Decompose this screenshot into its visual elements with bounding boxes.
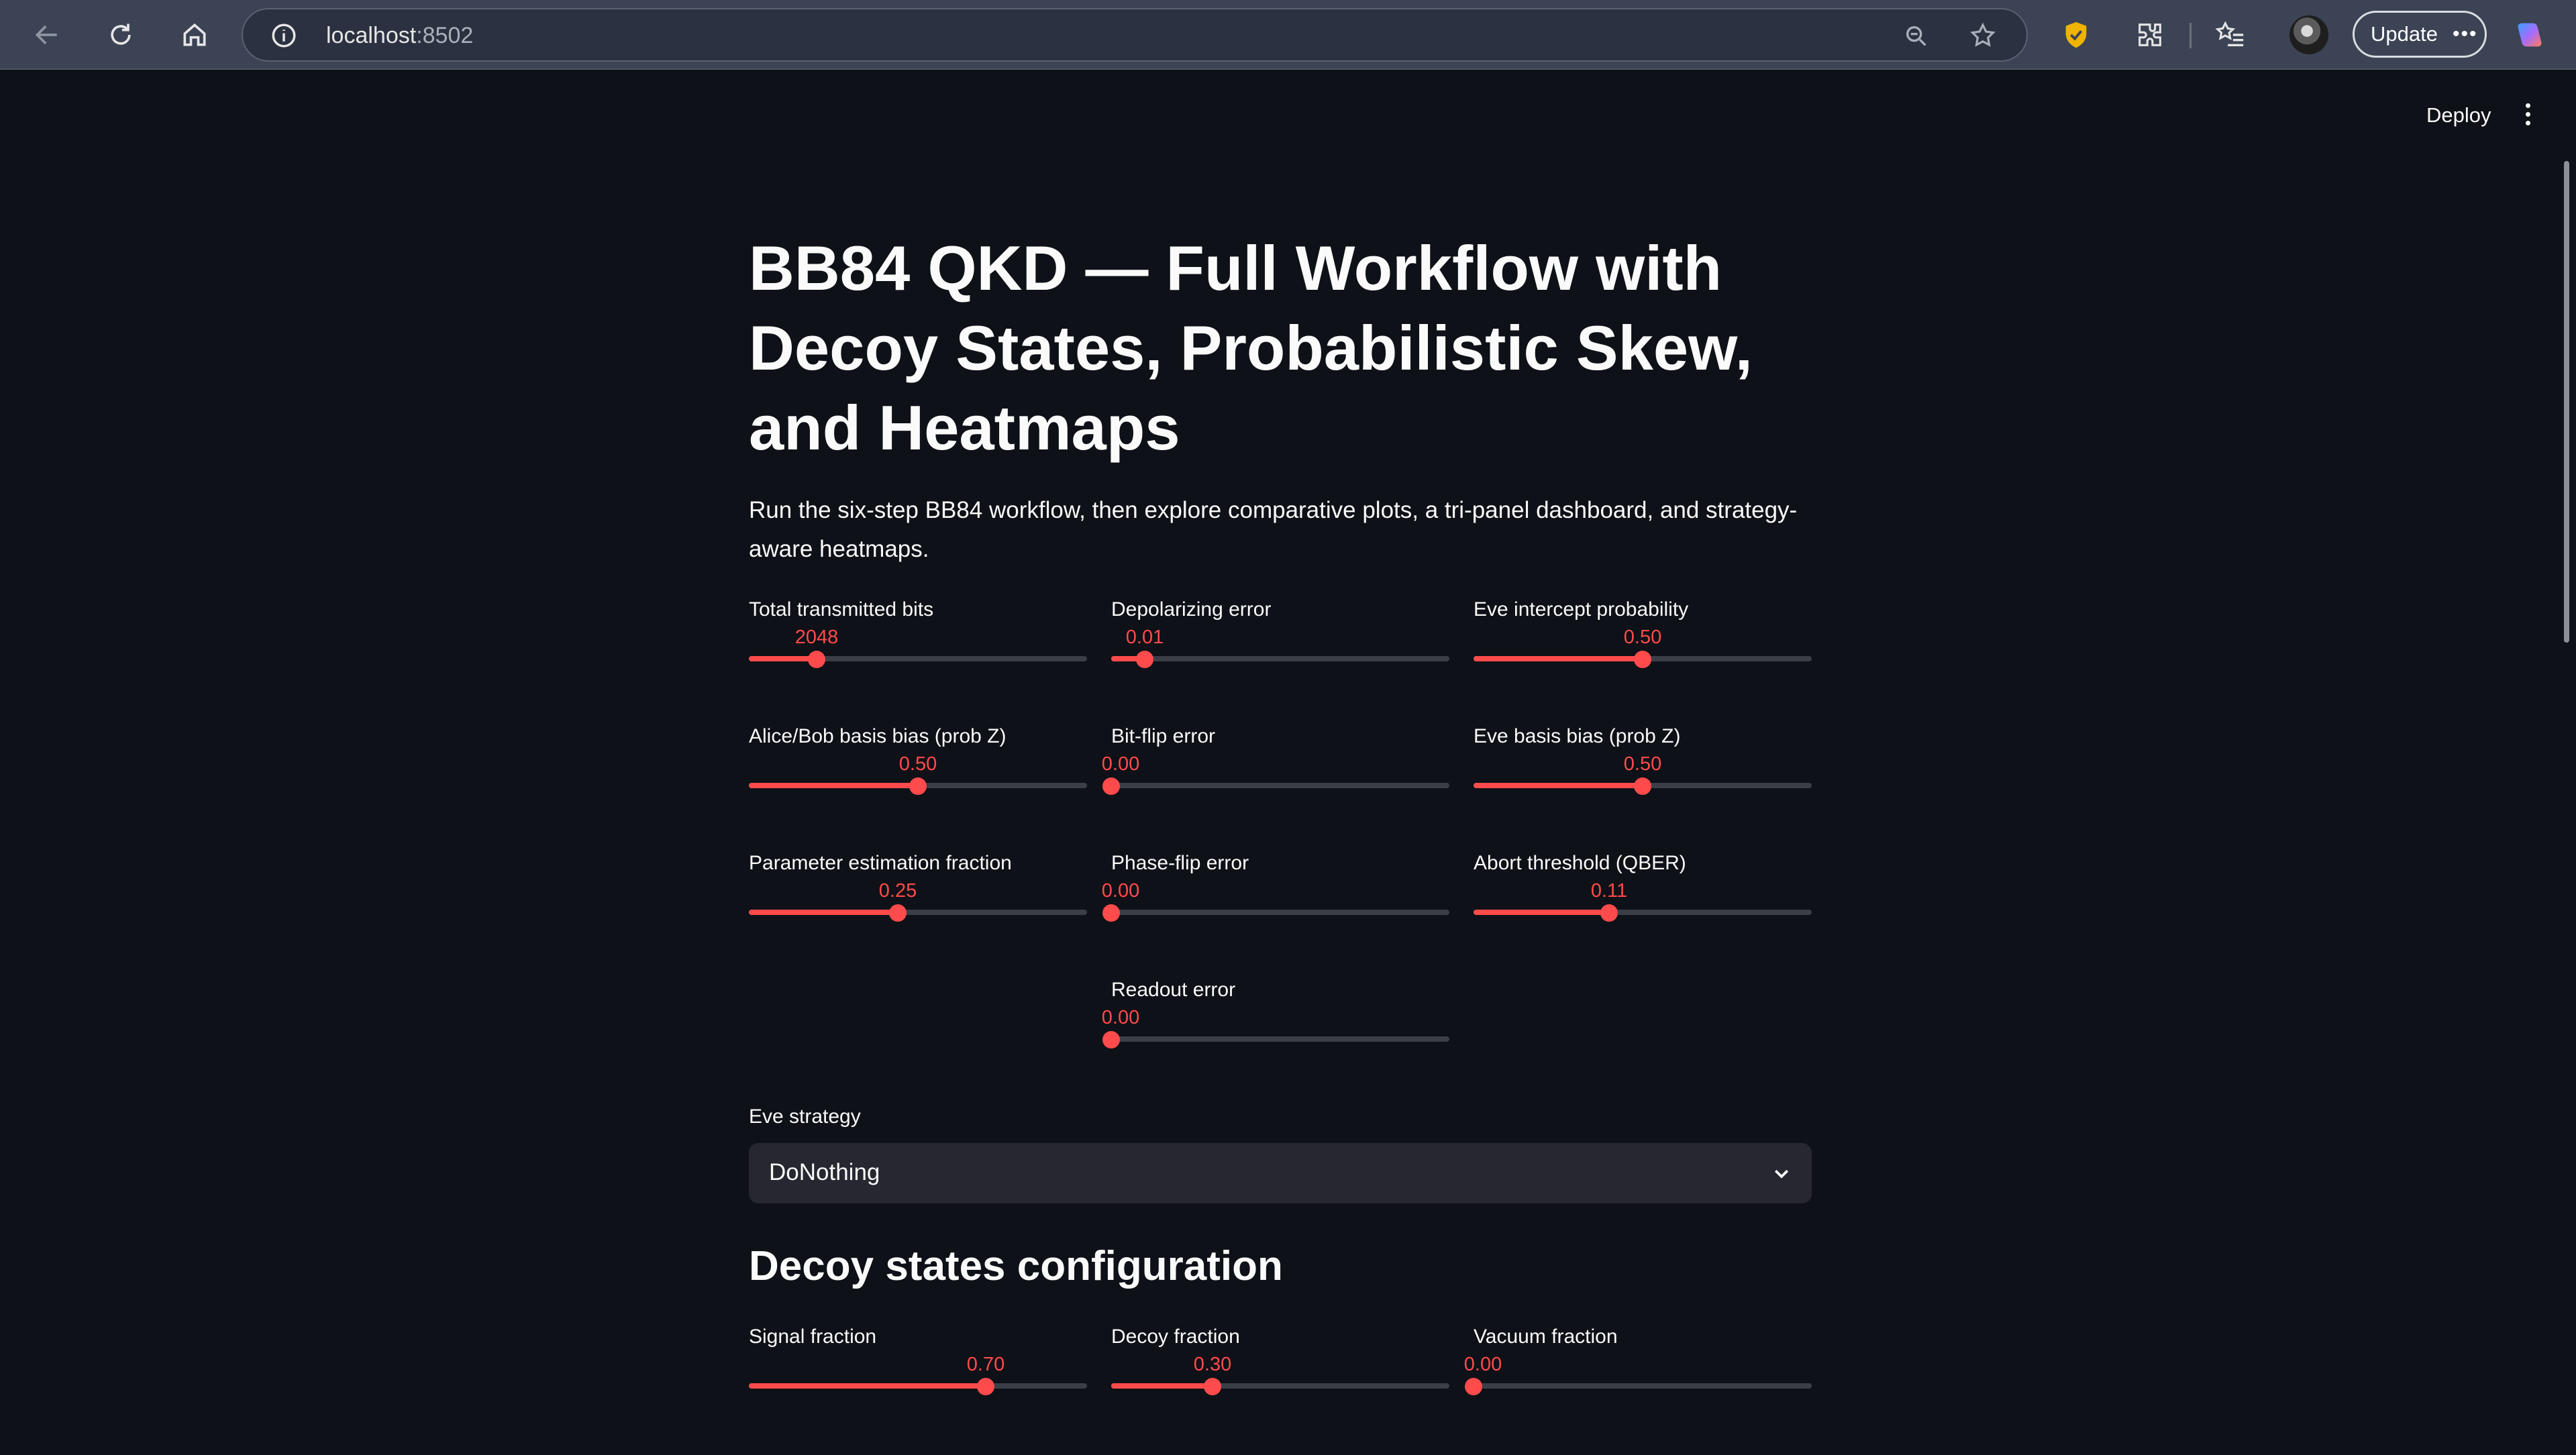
deploy-button[interactable]: Deploy	[2426, 103, 2491, 127]
slider-track[interactable]	[1111, 1036, 1449, 1042]
slider-value: 0.70	[966, 1354, 1005, 1375]
slider-thumb[interactable]	[1136, 651, 1153, 668]
slider-value: 0.50	[1623, 627, 1662, 648]
slider-fill	[749, 910, 898, 915]
slider-label: Signal fraction	[749, 1326, 877, 1348]
toolbar-divider	[2189, 23, 2192, 48]
slider-eve-intercept-probability[interactable]: Eve intercept probability 0.50	[1474, 598, 1812, 672]
slider-fill	[1111, 1383, 1213, 1389]
slider-decoy-fraction[interactable]: Decoy fraction 0.30	[1111, 1326, 1449, 1399]
main-menu-icon[interactable]	[2523, 101, 2532, 130]
slider-readout-error[interactable]: Readout error 0.00	[1102, 979, 1449, 1053]
slider-value: 0.00	[1101, 753, 1140, 775]
slider-track[interactable]	[1111, 656, 1449, 661]
slider-value: 2048	[794, 627, 839, 648]
slider-signal-fraction[interactable]: Signal fraction 0.70	[749, 1326, 1087, 1399]
slider-thumb[interactable]	[1102, 904, 1120, 922]
extensions-puzzle-icon[interactable]	[2130, 15, 2170, 55]
slider-thumb[interactable]	[808, 651, 825, 668]
slider-label: Readout error	[1111, 979, 1236, 1001]
slider-vacuum-fraction[interactable]: Vacuum fraction 0.00	[1464, 1326, 1812, 1399]
info-icon[interactable]	[270, 21, 298, 53]
eve-strategy-label: Eve strategy	[749, 1106, 861, 1128]
slider-fill	[1474, 910, 1609, 915]
slider-track[interactable]	[1111, 1383, 1449, 1389]
slider-thumb[interactable]	[1102, 1031, 1120, 1048]
decoy-section-heading: Decoy states configuration	[749, 1243, 1283, 1289]
slider-thumb[interactable]	[909, 777, 927, 795]
page-title: BB84 QKD — Full Workflow with Decoy Stat…	[749, 233, 1753, 463]
slider-thumb[interactable]	[1204, 1378, 1221, 1395]
slider-label: Alice/Bob basis bias (prob Z)	[749, 725, 1007, 747]
slider-label: Bit-flip error	[1111, 725, 1216, 747]
favorite-star-icon[interactable]	[1969, 21, 1997, 53]
slider-thumb[interactable]	[1600, 904, 1618, 922]
eve-strategy-select[interactable]: DoNothing	[749, 1143, 1812, 1203]
eve-strategy-value: DoNothing	[769, 1159, 880, 1185]
address-bar[interactable]: localhost:8502	[242, 8, 2028, 62]
slider-label: Phase-flip error	[1111, 852, 1249, 874]
slider-abort-threshold[interactable]: Abort threshold (QBER) 0.11	[1474, 852, 1812, 926]
slider-label: Total transmitted bits	[749, 598, 934, 621]
slider-total-bits[interactable]: Total transmitted bits 2048	[749, 598, 1087, 672]
slider-label: Decoy fraction	[1111, 1326, 1240, 1348]
scrollbar[interactable]	[2564, 161, 2569, 643]
slider-track[interactable]	[1111, 910, 1449, 915]
slider-fill	[1474, 656, 1643, 661]
slider-fill	[749, 1383, 986, 1389]
slider-thumb[interactable]	[977, 1378, 994, 1395]
slider-value: 0.00	[1463, 1354, 1502, 1375]
more-icon[interactable]: •••	[2453, 23, 2478, 46]
favorites-list-icon[interactable]	[2210, 15, 2251, 55]
page-description: Run the six-step BB84 workflow, then exp…	[749, 497, 1798, 562]
slider-fill	[749, 783, 918, 788]
reload-icon[interactable]	[101, 15, 141, 55]
slider-thumb[interactable]	[889, 904, 907, 922]
slider-track[interactable]	[1111, 783, 1449, 788]
slider-track[interactable]	[1474, 1383, 1812, 1389]
slider-track[interactable]	[749, 1383, 1087, 1389]
slider-value: 0.00	[1101, 1007, 1140, 1028]
browser-toolbar: localhost:8502 Update •••	[0, 0, 2576, 70]
slider-label: Abort threshold (QBER)	[1474, 852, 1686, 874]
shield-extension-icon[interactable]	[2056, 15, 2096, 55]
url-text: localhost:8502	[326, 23, 474, 48]
slider-label: Eve intercept probability	[1474, 598, 1689, 621]
copilot-icon[interactable]	[2510, 15, 2550, 55]
slider-fill	[749, 656, 817, 661]
slider-phase-flip-error[interactable]: Phase-flip error 0.00	[1102, 852, 1449, 926]
slider-depolarizing-error[interactable]: Depolarizing error 0.01	[1111, 598, 1449, 672]
slider-fill	[1474, 783, 1643, 788]
slider-value: 0.00	[1101, 880, 1140, 902]
slider-thumb[interactable]	[1634, 651, 1651, 668]
slider-label: Depolarizing error	[1111, 598, 1272, 621]
slider-label: Vacuum fraction	[1474, 1326, 1618, 1348]
profile-avatar[interactable]	[2289, 15, 2328, 54]
slider-label: Parameter estimation fraction	[749, 852, 1012, 874]
slider-value: 0.11	[1590, 880, 1628, 902]
slider-label: Eve basis bias (prob Z)	[1474, 725, 1681, 747]
slider-thumb[interactable]	[1465, 1378, 1482, 1395]
slider-track[interactable]	[1474, 910, 1812, 915]
slider-value: 0.30	[1193, 1354, 1232, 1375]
slider-thumb[interactable]	[1634, 777, 1651, 795]
update-button[interactable]: Update •••	[2353, 11, 2487, 58]
slider-eve-basis-bias[interactable]: Eve basis bias (prob Z) 0.50	[1474, 725, 1812, 799]
slider-value: 0.01	[1125, 627, 1164, 648]
slider-parameter-estimation-fraction[interactable]: Parameter estimation fraction 0.25	[749, 852, 1087, 926]
slider-value: 0.25	[878, 880, 917, 902]
slider-value: 0.50	[1623, 753, 1662, 775]
home-icon[interactable]	[174, 15, 215, 55]
slider-track[interactable]	[749, 656, 1087, 661]
slider-value: 0.50	[898, 753, 937, 775]
slider-track[interactable]	[749, 910, 1087, 915]
chevron-down-icon	[1771, 1163, 1792, 1183]
slider-alice-bob-basis-bias[interactable]: Alice/Bob basis bias (prob Z) 0.50	[749, 725, 1087, 799]
slider-thumb[interactable]	[1102, 777, 1120, 795]
zoom-icon[interactable]	[1903, 23, 1930, 53]
back-icon[interactable]	[27, 15, 67, 55]
slider-bit-flip-error[interactable]: Bit-flip error 0.00	[1102, 725, 1449, 799]
